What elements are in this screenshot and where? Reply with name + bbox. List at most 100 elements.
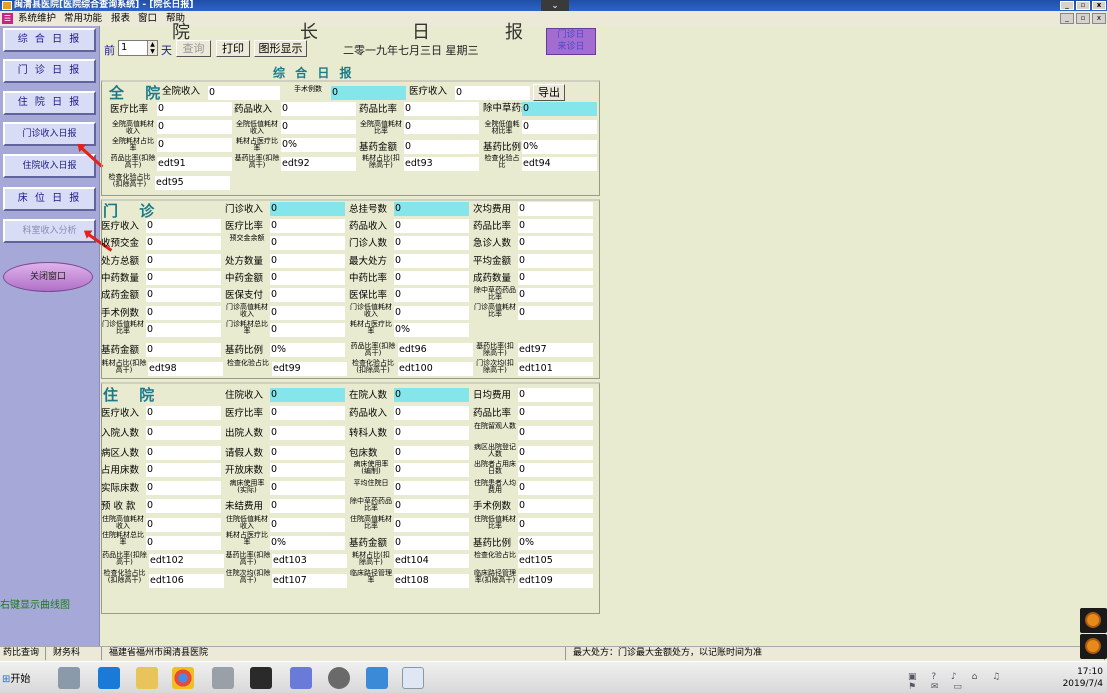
field-value[interactable]: 0	[146, 219, 221, 233]
field-value[interactable]: edt101	[518, 362, 593, 376]
field-value[interactable]: 0	[394, 481, 469, 495]
field-value[interactable]: 0	[522, 102, 597, 116]
field-value[interactable]: 0	[270, 236, 345, 250]
field-value[interactable]: 0%	[270, 343, 345, 357]
field-value[interactable]: 0	[146, 323, 221, 337]
field-value[interactable]: edt96	[398, 343, 473, 357]
menu-item-window[interactable]: 窗口	[138, 11, 157, 26]
field-value[interactable]: 0	[518, 426, 593, 440]
sidebar-item-outpatient[interactable]: 门 诊 日 报	[3, 59, 96, 83]
field-value[interactable]: edt94	[522, 157, 597, 171]
field-value[interactable]: edt102	[149, 554, 224, 568]
search-tool-icon[interactable]	[366, 667, 388, 689]
field-value[interactable]: 0	[394, 306, 469, 320]
start-button[interactable]: ⊞开始	[2, 670, 30, 685]
field-value[interactable]: edt99	[272, 362, 347, 376]
menu-item-common[interactable]: 常用功能	[64, 11, 102, 26]
field-value[interactable]: 0	[146, 306, 221, 320]
restore-icon[interactable]: ▫	[1076, 1, 1090, 10]
close-icon[interactable]: x	[1092, 1, 1106, 10]
field-value[interactable]: 0	[146, 481, 221, 495]
field-value[interactable]: 0	[157, 120, 232, 134]
field-value[interactable]: 0	[394, 254, 469, 268]
field-value[interactable]: 0	[394, 219, 469, 233]
field-value[interactable]: 0	[270, 499, 345, 513]
field-value[interactable]: 0	[146, 343, 221, 357]
minimize-icon[interactable]: _	[1060, 1, 1074, 10]
query-button[interactable]: 查询	[176, 40, 211, 57]
file-explorer-icon[interactable]	[136, 667, 158, 689]
field-value[interactable]: 0	[270, 202, 345, 216]
chrome-icon[interactable]	[172, 667, 194, 689]
field-value[interactable]: edt107	[272, 574, 347, 588]
field-value[interactable]: 0	[394, 202, 469, 216]
field-value[interactable]: 0	[404, 140, 479, 154]
field-value[interactable]: 0	[518, 518, 593, 532]
system-tray-icons[interactable]: ▣ ? ♪ ⌂ ♫ ⚑ ✉ ▭	[908, 672, 1028, 692]
app-icon-dark[interactable]	[250, 667, 272, 689]
gear-icon[interactable]	[1080, 608, 1107, 633]
recycle-bin-icon[interactable]	[212, 667, 234, 689]
field-value[interactable]: 0	[281, 102, 356, 116]
field-value[interactable]: 0	[518, 219, 593, 233]
field-value[interactable]: 0	[146, 463, 221, 477]
field-value[interactable]: edt105	[518, 554, 593, 568]
field-value[interactable]: 0%	[394, 323, 469, 337]
field-value[interactable]: 0	[394, 288, 469, 302]
field-value[interactable]: 0	[518, 254, 593, 268]
field-value[interactable]: 0	[146, 254, 221, 268]
field-value[interactable]: edt103	[272, 554, 347, 568]
field-value[interactable]: 0	[146, 536, 221, 550]
field-value[interactable]: 0	[518, 388, 593, 402]
field-value[interactable]: 0	[394, 271, 469, 285]
field-value[interactable]: 0%	[518, 536, 593, 550]
field-value[interactable]: 0	[270, 481, 345, 495]
field-value[interactable]: 0	[455, 86, 530, 100]
field-value[interactable]: 0	[146, 518, 221, 532]
field-value[interactable]: 0	[394, 236, 469, 250]
print-button[interactable]: 打印	[216, 40, 250, 57]
field-value[interactable]: 0	[394, 446, 469, 460]
field-value[interactable]: edt92	[281, 157, 356, 171]
sidebar-item-inpatient[interactable]: 住 院 日 报	[3, 91, 96, 115]
field-value[interactable]: 0%	[522, 140, 597, 154]
field-value[interactable]: 0	[146, 446, 221, 460]
gear-icon[interactable]	[1080, 634, 1107, 659]
sidebar-item-summary[interactable]: 综 合 日 报	[3, 28, 96, 52]
powershell-icon[interactable]	[98, 667, 120, 689]
field-value[interactable]: 0	[394, 406, 469, 420]
field-value[interactable]: 0	[518, 236, 593, 250]
field-value[interactable]: 0	[522, 120, 597, 134]
compass-app-icon[interactable]	[328, 667, 350, 689]
field-value[interactable]: 0	[518, 306, 593, 320]
field-value[interactable]: 0	[518, 481, 593, 495]
field-value[interactable]: 0	[146, 236, 221, 250]
field-value[interactable]: 0	[146, 406, 221, 420]
field-value[interactable]: 0	[270, 254, 345, 268]
field-value[interactable]: edt97	[518, 343, 593, 357]
field-value[interactable]: 0%	[270, 536, 345, 550]
field-value[interactable]: edt98	[148, 362, 223, 376]
field-value[interactable]: edt95	[155, 176, 230, 190]
field-value[interactable]: 0	[146, 288, 221, 302]
field-value[interactable]: 0	[394, 388, 469, 402]
field-value[interactable]: 0	[394, 518, 469, 532]
field-value[interactable]: 0	[157, 138, 232, 152]
field-value[interactable]: 0	[518, 446, 593, 460]
close-window-button[interactable]: 关闭窗口	[3, 262, 93, 292]
field-value[interactable]: 0	[518, 463, 593, 477]
field-value[interactable]: 0	[518, 202, 593, 216]
mdi-restore-icon[interactable]: ▫	[1076, 13, 1090, 24]
field-value[interactable]: edt109	[518, 574, 593, 588]
field-value[interactable]: 0	[281, 120, 356, 134]
field-value[interactable]: 0	[404, 120, 479, 134]
remote-desktop-icon[interactable]	[290, 667, 312, 689]
field-value[interactable]: 0	[518, 406, 593, 420]
field-value[interactable]: 0	[270, 306, 345, 320]
chart-display-button[interactable]: 图形显示	[254, 40, 307, 57]
menu-item-system[interactable]: 系统维护	[18, 11, 56, 26]
field-value[interactable]: 0%	[281, 138, 356, 152]
field-value[interactable]: 0	[157, 102, 232, 116]
field-value[interactable]: 0	[404, 102, 479, 116]
field-value[interactable]: edt104	[394, 554, 469, 568]
